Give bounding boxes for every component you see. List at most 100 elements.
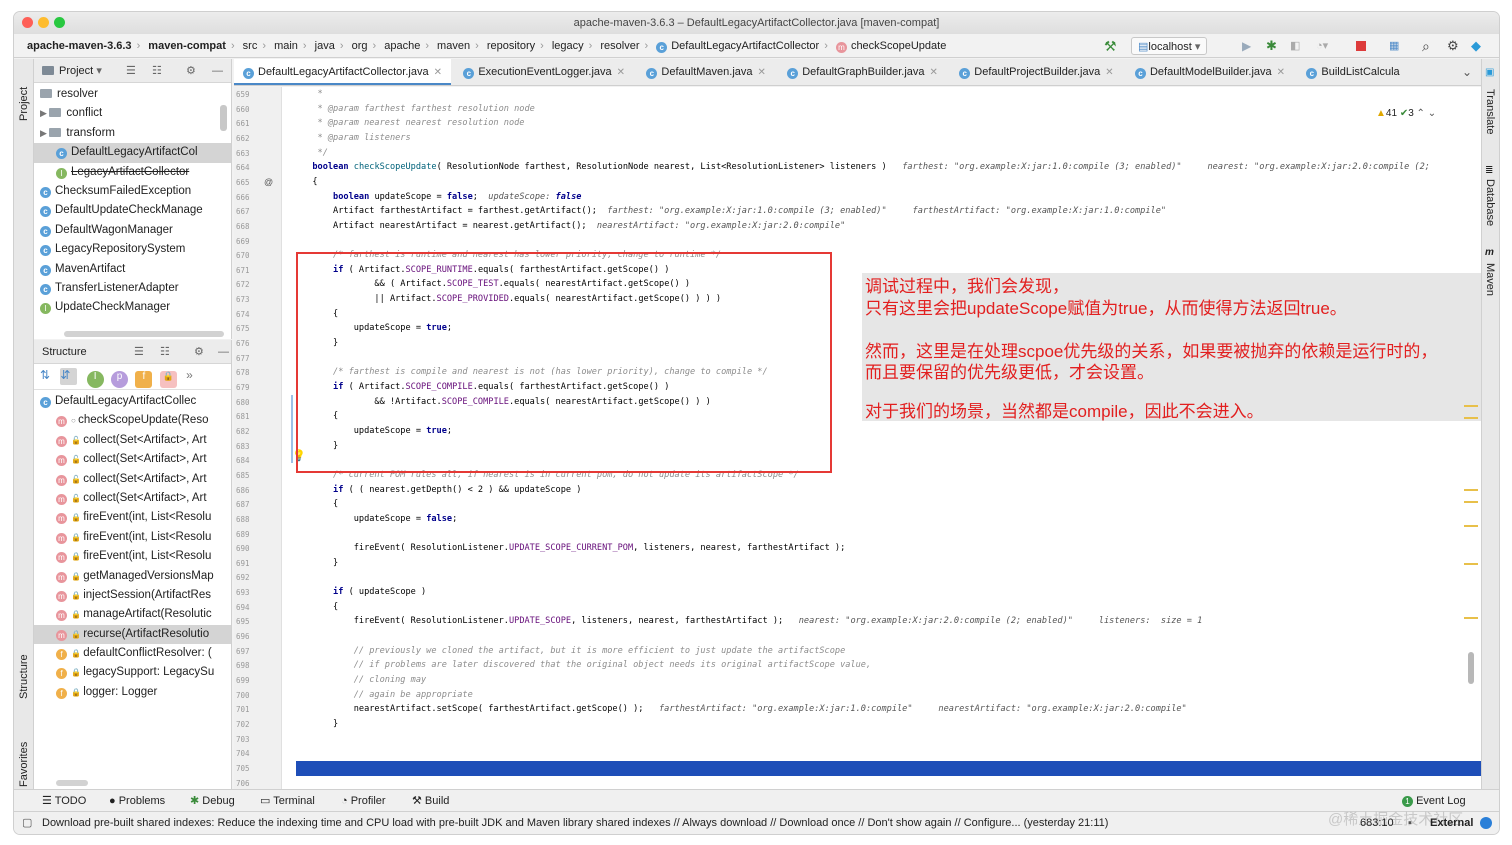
hide-icon[interactable]: — bbox=[218, 340, 229, 364]
code-line[interactable]: updateScope = false; bbox=[302, 514, 458, 524]
line-number[interactable]: 689 bbox=[236, 530, 250, 539]
project-structure-icon[interactable]: ▦ bbox=[1389, 34, 1399, 58]
crumb-java[interactable]: java bbox=[312, 34, 338, 58]
structure-item[interactable]: m 🔒 getManagedVersionsMap bbox=[34, 567, 231, 586]
crumb-main[interactable]: main bbox=[271, 34, 301, 58]
hide-icon[interactable]: — bbox=[212, 59, 223, 83]
tree-folder-resolver[interactable]: resolver bbox=[34, 85, 231, 104]
tab-executioneventlogger[interactable]: c ExecutionEventLogger.java ✕ bbox=[454, 59, 634, 85]
chevron-down-icon[interactable]: ⌄ bbox=[1428, 108, 1436, 119]
line-number[interactable]: 679 bbox=[236, 383, 250, 392]
crumb-method[interactable]: m checkScopeUpdate bbox=[833, 34, 949, 58]
error-stripe-mark[interactable] bbox=[1464, 405, 1478, 407]
line-number[interactable]: 682 bbox=[236, 427, 250, 436]
external-badge[interactable]: External bbox=[1430, 812, 1473, 834]
error-stripe-mark[interactable] bbox=[1464, 501, 1478, 503]
tree-file[interactable]: c MavenArtifact bbox=[34, 260, 231, 279]
line-number[interactable]: 692 bbox=[236, 573, 250, 582]
close-tab-icon[interactable]: ✕ bbox=[758, 67, 766, 78]
line-number[interactable]: 686 bbox=[236, 486, 250, 495]
profiler-tool[interactable]: ◔ Profiler bbox=[341, 790, 386, 812]
line-number[interactable]: 663 bbox=[236, 149, 250, 158]
code-line[interactable]: Artifact nearestArtifact = nearest.getAr… bbox=[302, 221, 845, 231]
structure-item[interactable]: m ○ checkScopeUpdate(Reso bbox=[34, 411, 231, 430]
code-line[interactable]: { bbox=[302, 177, 317, 187]
expand-all-icon[interactable]: ☰ bbox=[134, 340, 144, 364]
tree-file[interactable]: I UpdateCheckManager bbox=[34, 298, 231, 317]
close-window-button[interactable] bbox=[22, 17, 33, 28]
line-number[interactable]: 675 bbox=[236, 324, 250, 333]
code-line[interactable]: */ bbox=[302, 148, 328, 158]
line-number[interactable]: 688 bbox=[236, 515, 250, 524]
caret-position[interactable]: 683:10 bbox=[1360, 812, 1394, 834]
minimize-window-button[interactable] bbox=[38, 17, 49, 28]
line-number[interactable]: 703 bbox=[236, 735, 250, 744]
structure-item[interactable]: m 🔒 fireEvent(int, List<Resolu bbox=[34, 528, 231, 547]
line-number[interactable]: 672 bbox=[236, 280, 250, 289]
tab-defaultmaven[interactable]: c DefaultMaven.java ✕ bbox=[637, 59, 775, 85]
structure-item[interactable]: m 🔓 collect(Set<Artifact>, Art bbox=[34, 431, 231, 450]
profile-icon[interactable]: ◔▾ bbox=[1316, 34, 1328, 58]
debug-tool[interactable]: ✱ Debug bbox=[190, 790, 235, 812]
close-tab-icon[interactable]: ✕ bbox=[617, 67, 625, 78]
line-number[interactable]: 659 bbox=[236, 90, 250, 99]
line-number[interactable]: 684 bbox=[236, 456, 250, 465]
expand-all-icon[interactable]: ☰ bbox=[126, 59, 136, 83]
build-tool[interactable]: ⚒ Build bbox=[412, 790, 449, 812]
tree-file-selected[interactable]: c DefaultLegacyArtifactCol bbox=[34, 143, 231, 163]
tab-defaultmodelbuilder[interactable]: c DefaultModelBuilder.java ✕ bbox=[1126, 59, 1294, 85]
line-number[interactable]: 699 bbox=[236, 676, 250, 685]
database-tool-tab[interactable]: Database bbox=[1484, 179, 1496, 226]
code-line[interactable]: * @param farthest farthest resolution no… bbox=[302, 104, 535, 114]
favorites-tool-tab[interactable]: Favorites bbox=[18, 742, 30, 787]
structure-item[interactable]: m 🔒 fireEvent(int, List<Resolu bbox=[34, 508, 231, 527]
code-editor[interactable]: 659 660 661 662 663 664 665 666 667 668 669 670 671 6… bbox=[234, 87, 1481, 789]
line-number[interactable]: 669 bbox=[236, 237, 250, 246]
line-number[interactable]: 702 bbox=[236, 720, 250, 729]
crumb-src[interactable]: src bbox=[240, 34, 261, 58]
translate-tool-tab[interactable]: Translate bbox=[1484, 89, 1496, 134]
tree-file[interactable]: c DefaultUpdateCheckManage bbox=[34, 201, 231, 220]
line-number[interactable]: 700 bbox=[236, 691, 250, 700]
project-tool-tab[interactable]: Project bbox=[18, 87, 30, 121]
line-number[interactable]: 668 bbox=[236, 222, 250, 231]
close-tab-icon[interactable]: ✕ bbox=[1277, 67, 1285, 78]
line-number[interactable]: 677 bbox=[236, 354, 250, 363]
structure-item[interactable]: f 🔒 defaultConflictResolver: ( bbox=[34, 644, 231, 663]
code-line[interactable]: // previously we cloned the artifact, bu… bbox=[302, 646, 846, 656]
crumb-class[interactable]: c DefaultLegacyArtifactCollector bbox=[653, 34, 822, 58]
lock-icon[interactable]: ▪ bbox=[1408, 812, 1412, 834]
close-tab-icon[interactable]: ✕ bbox=[434, 67, 442, 78]
crumb-legacy[interactable]: legacy bbox=[549, 34, 587, 58]
line-number[interactable]: 673 bbox=[236, 295, 250, 304]
line-number[interactable]: 681 bbox=[236, 412, 250, 421]
status-message[interactable]: Download pre-built shared indexes: Reduc… bbox=[42, 812, 1108, 834]
sort-alpha-icon[interactable]: ⇅ bbox=[40, 368, 57, 385]
code-line[interactable]: if ( updateScope ) bbox=[302, 587, 426, 597]
show-fields-icon[interactable]: f bbox=[135, 371, 153, 388]
line-number[interactable]: 661 bbox=[236, 119, 250, 128]
line-number[interactable]: 680 bbox=[236, 398, 250, 407]
zoom-window-button[interactable] bbox=[54, 17, 65, 28]
line-number[interactable]: 664 bbox=[236, 163, 250, 172]
scrollbar[interactable] bbox=[220, 105, 227, 131]
todo-tool[interactable]: ☰ TODO bbox=[42, 790, 86, 812]
line-number[interactable]: 674 bbox=[236, 310, 250, 319]
line-number[interactable]: 670 bbox=[236, 251, 250, 260]
line-number[interactable]: 705 bbox=[236, 764, 250, 773]
tree-file[interactable]: c DefaultWagonManager bbox=[34, 221, 231, 240]
code-line[interactable]: Artifact farthestArtifact = farthest.get… bbox=[302, 206, 1166, 216]
tree-file[interactable]: c ChecksumFailedException bbox=[34, 182, 231, 201]
structure-root[interactable]: c DefaultLegacyArtifactCollec bbox=[34, 392, 231, 411]
coverage-icon[interactable]: ◧ bbox=[1290, 34, 1300, 58]
structure-item[interactable]: m 🔓 collect(Set<Artifact>, Art bbox=[34, 470, 231, 489]
tree-folder-conflict[interactable]: ▶ conflict bbox=[34, 104, 231, 123]
crumb-maven[interactable]: maven bbox=[434, 34, 473, 58]
gear-icon[interactable]: ⚙ bbox=[194, 340, 204, 364]
line-number[interactable]: 704 bbox=[236, 749, 250, 758]
code-line[interactable]: * @param listeners bbox=[302, 133, 411, 143]
error-stripe-mark[interactable] bbox=[1464, 563, 1478, 565]
stop-icon[interactable] bbox=[1356, 41, 1366, 51]
error-stripe-mark[interactable] bbox=[1464, 525, 1478, 527]
line-number[interactable]: 667 bbox=[236, 207, 250, 216]
